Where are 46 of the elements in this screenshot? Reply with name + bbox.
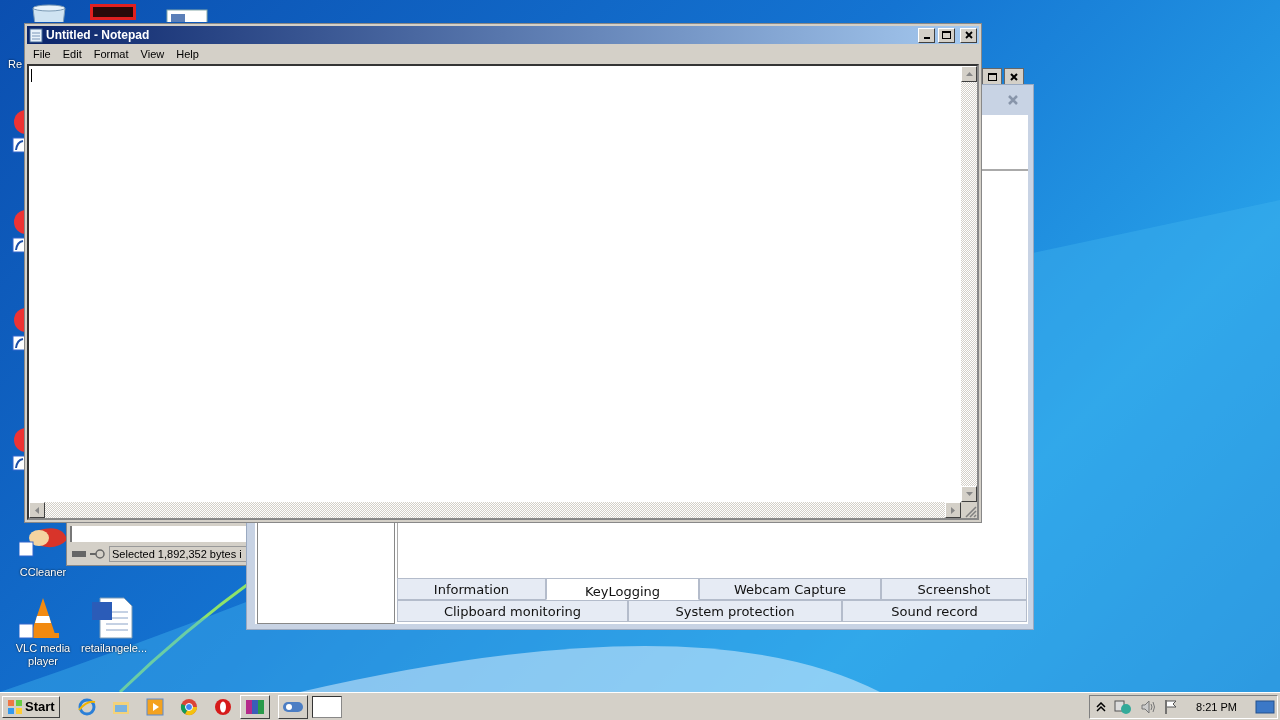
opera-icon[interactable] [213, 697, 232, 716]
tab[interactable]: System protection [628, 600, 842, 622]
document-icon[interactable] [165, 8, 211, 22]
icon-label: VLC media player [14, 642, 72, 668]
browser-icon[interactable] [77, 697, 96, 716]
left-arrow-icon [35, 506, 39, 514]
start-button[interactable]: Start [2, 695, 60, 718]
media-player-icon[interactable] [145, 697, 164, 716]
tab[interactable]: Sound record [842, 600, 1027, 622]
app-icon[interactable] [90, 4, 136, 20]
menu-item[interactable]: View [134, 48, 171, 60]
icon-label: Re [8, 58, 23, 71]
windows-logo-icon [7, 698, 23, 715]
up-arrow-icon [965, 72, 973, 76]
vertical-scrollbar[interactable] [961, 66, 977, 502]
taskbar-button[interactable] [311, 695, 342, 718]
horizontal-scrollbar[interactable] [29, 502, 961, 518]
down-arrow-icon [965, 492, 973, 496]
icon-label: CCleaner [19, 566, 67, 579]
menu-item[interactable]: Edit [56, 48, 88, 60]
close-icon [964, 31, 973, 39]
status-text: Selected 1,892,352 bytes i [109, 546, 249, 562]
window-title: Untitled - Notepad [46, 28, 151, 42]
show-desktop-icon[interactable] [1255, 698, 1275, 715]
tab[interactable]: Webcam Capture [699, 578, 881, 600]
drive-icon [70, 548, 106, 560]
tab[interactable]: Clipboard monitoring [397, 600, 628, 622]
chrome-icon[interactable] [179, 697, 198, 716]
clock[interactable]: 8:21 PM [1196, 700, 1237, 713]
notepad-icon [29, 27, 43, 43]
close-icon [1010, 72, 1018, 81]
tab[interactable]: Information [397, 578, 546, 600]
menu-item[interactable]: File [27, 48, 57, 60]
icon-label: retailangele... [80, 642, 147, 655]
app-icon [281, 699, 304, 714]
flag-icon[interactable] [1164, 698, 1179, 715]
resize-grip[interactable] [965, 506, 977, 518]
tab[interactable]: KeyLogging [546, 578, 699, 600]
tab[interactable]: Screenshot [881, 578, 1027, 600]
menu-item[interactable]: Format [87, 48, 135, 60]
menu-item[interactable]: Help [170, 48, 205, 60]
chevron-up-icon[interactable] [1096, 701, 1107, 712]
minimize-button[interactable] [918, 27, 935, 43]
speaker-icon[interactable] [1140, 698, 1157, 715]
right-arrow-icon [951, 506, 955, 514]
archive-icon [244, 698, 265, 715]
